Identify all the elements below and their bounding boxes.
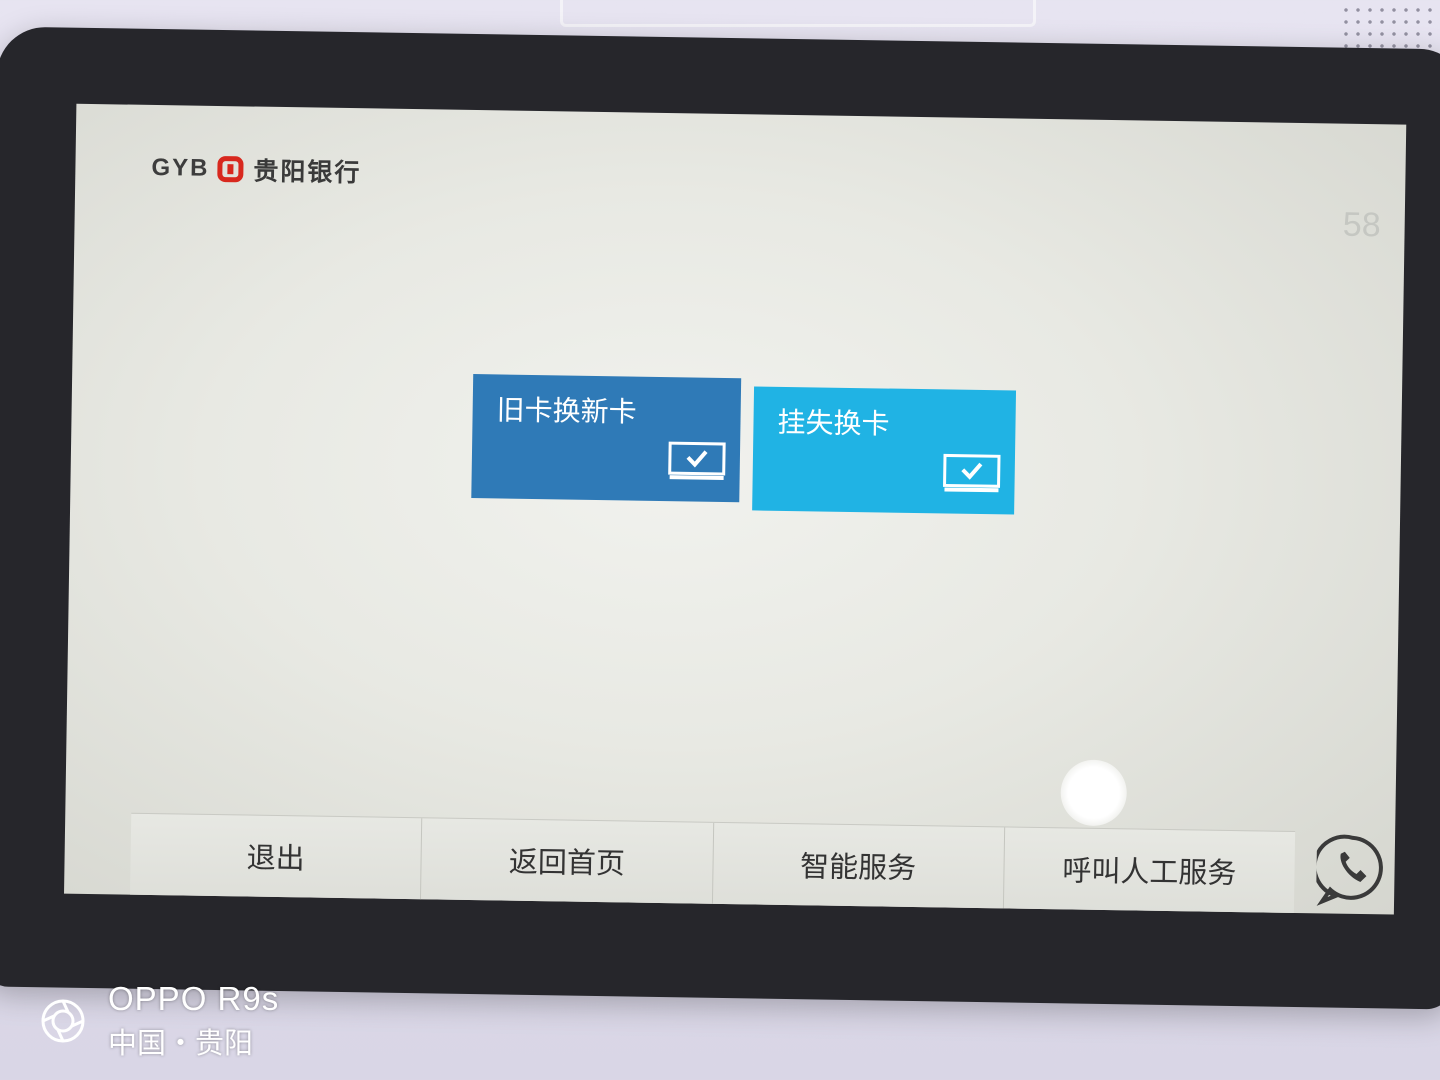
kiosk-screen: GYB 贵阳银行 58 旧卡换新卡 挂失换卡 退出 返回首页 智能服务 呼叫人工… [64,103,1407,915]
watermark-location: 中国・贵阳 [108,1026,254,1060]
logo-name: 贵阳银行 [253,156,362,188]
call-staff-button[interactable]: 呼叫人工服务 [1003,827,1295,914]
tile-label: 挂失换卡 [777,405,890,441]
bottom-nav-bar: 退出 返回首页 智能服务 呼叫人工服务 [129,812,1296,915]
card-check-icon [943,453,1001,493]
bank-logo: GYB 贵阳银行 [151,150,362,189]
card-check-icon [668,441,726,480]
watermark-model: OPPO R9s [108,980,280,1017]
countdown-timer: 58 [1342,205,1381,245]
wall-dots-decoration [1340,4,1440,48]
screen-light-glare [1060,759,1128,827]
exit-button[interactable]: 退出 [129,813,423,915]
phone-chat-icon[interactable] [1315,831,1389,908]
camera-shutter-icon [41,999,85,1043]
kiosk-device-frame: GYB 贵阳银行 58 旧卡换新卡 挂失换卡 退出 返回首页 智能服务 呼叫人工… [0,26,1440,1010]
tile-label: 旧卡换新卡 [496,393,637,429]
logo-abbr: GYB [151,153,210,182]
camera-watermark: OPPO R9s 中国・贵阳 [40,980,279,1062]
logo-mark-icon [217,155,244,183]
tile-old-card-replace[interactable]: 旧卡换新卡 [471,374,742,503]
home-button[interactable]: 返回首页 [420,818,714,915]
smart-service-button[interactable]: 智能服务 [712,822,1005,915]
tile-lost-card-replace[interactable]: 挂失换卡 [752,386,1017,515]
wall-bracket [560,0,1036,27]
